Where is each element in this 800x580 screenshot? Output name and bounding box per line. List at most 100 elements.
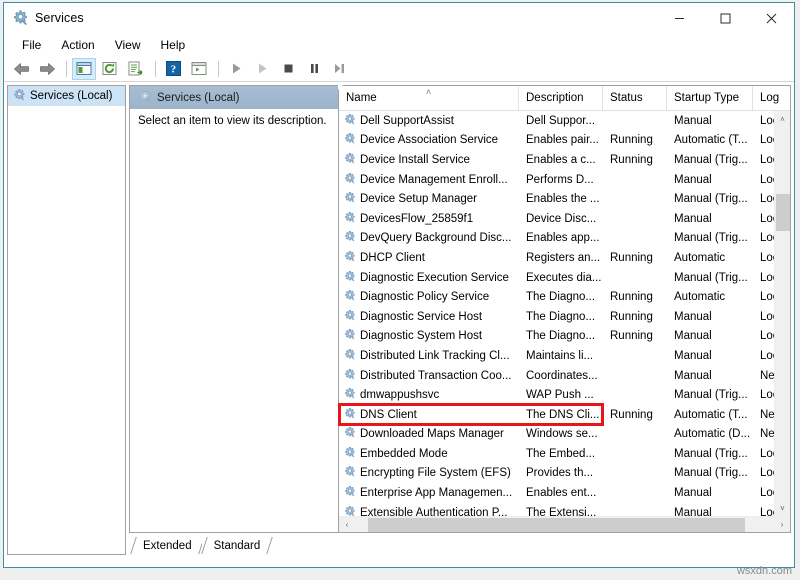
properties-icon[interactable] <box>187 58 211 80</box>
service-gear-icon <box>343 446 356 462</box>
table-row[interactable]: dmwappushsvcWAP Push ...Manual (Trig...L… <box>339 385 774 405</box>
service-gear-icon <box>343 485 356 501</box>
column-header-status-label: Status <box>610 92 643 104</box>
result-pane-inner: Services (Local) Select an item to view … <box>129 85 791 533</box>
service-gear-icon <box>343 289 356 305</box>
column-header-status[interactable]: Status <box>603 86 667 110</box>
cell-logon: Loc <box>753 291 774 303</box>
menu-view[interactable]: View <box>106 36 150 54</box>
cell-logon: Loc <box>753 448 774 460</box>
cell-logon: Loc <box>753 134 774 146</box>
table-row[interactable]: Distributed Link Tracking Cl...Maintains… <box>339 346 774 366</box>
minimize-button[interactable] <box>656 3 702 33</box>
help-icon[interactable]: ? <box>161 58 185 80</box>
table-row[interactable]: DHCP ClientRegisters an...RunningAutomat… <box>339 248 774 268</box>
table-row[interactable]: Downloaded Maps ManagerWindows se...Auto… <box>339 425 774 445</box>
service-gear-icon <box>343 230 356 246</box>
menu-action[interactable]: Action <box>52 36 103 54</box>
close-button[interactable] <box>748 3 794 33</box>
scroll-right-arrow-icon[interactable]: › <box>774 517 790 533</box>
vertical-scroll-track[interactable] <box>775 127 791 500</box>
table-row[interactable]: Diagnostic Policy ServiceThe Diagno...Ru… <box>339 287 774 307</box>
tab-standard[interactable]: Standard <box>202 536 271 555</box>
tab-standard-label: Standard <box>214 540 261 552</box>
table-row[interactable]: DNS ClientThe DNS Cli...RunningAutomatic… <box>339 405 774 425</box>
service-gear-icon <box>343 387 356 403</box>
table-row[interactable]: Diagnostic Service HostThe Diagno...Runn… <box>339 307 774 327</box>
toolbar: ? <box>4 56 794 82</box>
column-header-description[interactable]: Description <box>519 86 603 110</box>
cell-startup: Manual <box>667 330 753 342</box>
service-gear-icon <box>343 328 356 344</box>
horizontal-scroll-thumb[interactable] <box>368 518 745 532</box>
cell-startup: Manual <box>667 213 753 225</box>
table-row[interactable]: Distributed Transaction Coo...Coordinate… <box>339 366 774 386</box>
table-row[interactable]: Diagnostic System HostThe Diagno...Runni… <box>339 327 774 347</box>
service-name-label: Distributed Link Tracking Cl... <box>360 350 510 362</box>
tree-node-services-local[interactable]: Services (Local) <box>8 86 125 106</box>
cell-startup: Manual (Trig... <box>667 154 753 166</box>
service-gear-icon <box>343 191 356 207</box>
cell-startup: Automatic (T... <box>667 409 753 421</box>
cell-name: Encrypting File System (EFS) <box>339 465 519 481</box>
table-row[interactable]: Enterprise App Managemen...Enables ent..… <box>339 483 774 503</box>
service-name-label: Diagnostic Policy Service <box>360 291 489 303</box>
start-service-icon[interactable] <box>224 58 248 80</box>
column-header-name[interactable]: Name ˄ <box>339 86 519 110</box>
menu-file[interactable]: File <box>13 36 50 54</box>
menu-help[interactable]: Help <box>152 36 195 54</box>
service-description-panel: Services (Local) Select an item to view … <box>129 85 338 533</box>
table-row[interactable]: Dell SupportAssistDell Suppor...ManualLo… <box>339 111 774 131</box>
horizontal-scroll-track[interactable] <box>355 517 774 533</box>
service-gear-icon <box>343 132 356 148</box>
vertical-scroll-thumb[interactable] <box>776 194 790 231</box>
table-row[interactable]: DevQuery Background Disc...Enables app..… <box>339 229 774 249</box>
table-row[interactable]: Device Management Enroll...Performs D...… <box>339 170 774 190</box>
refresh-icon[interactable] <box>98 58 122 80</box>
service-name-label: Enterprise App Managemen... <box>360 487 512 499</box>
cell-startup: Manual <box>667 174 753 186</box>
scroll-left-arrow-icon[interactable]: ‹ <box>339 517 355 533</box>
horizontal-scrollbar[interactable]: ‹ › <box>339 516 790 532</box>
cell-name: Device Association Service <box>339 132 519 148</box>
cell-status: Running <box>603 134 667 146</box>
cell-name: DNS Client <box>339 407 519 423</box>
column-header-log-on-as[interactable]: Log <box>753 86 789 110</box>
service-gear-icon <box>343 152 356 168</box>
cell-status: Running <box>603 311 667 323</box>
maximize-button[interactable] <box>702 3 748 33</box>
column-header-startup-type[interactable]: Startup Type <box>667 86 753 110</box>
cell-name: Distributed Transaction Coo... <box>339 368 519 384</box>
cell-desc: Executes dia... <box>519 272 603 284</box>
cell-logon: Loc <box>753 154 774 166</box>
table-row[interactable]: Device Association ServiceEnables pair..… <box>339 131 774 151</box>
toolbar-separator-3 <box>218 61 219 77</box>
forward-arrow-icon[interactable] <box>35 58 59 80</box>
back-arrow-icon[interactable] <box>9 58 33 80</box>
pause-service-icon[interactable] <box>302 58 326 80</box>
scroll-up-arrow-icon[interactable]: ˄ <box>775 111 791 127</box>
view-tabs: Extended Standard <box>129 533 791 555</box>
table-row[interactable]: Extensible Authentication P...The Extens… <box>339 503 774 516</box>
cell-logon: Loc <box>753 115 774 127</box>
vertical-scrollbar[interactable]: ˄ ˅ <box>774 111 790 516</box>
restart-service-icon[interactable] <box>328 58 352 80</box>
table-row[interactable]: Embedded ModeThe Embed...Manual (Trig...… <box>339 444 774 464</box>
tab-extended[interactable]: Extended <box>131 536 202 555</box>
scroll-down-arrow-icon[interactable]: ˅ <box>775 500 791 516</box>
cell-status: Running <box>603 252 667 264</box>
cell-logon: Net <box>753 409 774 421</box>
table-row[interactable]: DevicesFlow_25859f1Device Disc...ManualL… <box>339 209 774 229</box>
table-row[interactable]: Diagnostic Execution ServiceExecutes dia… <box>339 268 774 288</box>
resume-service-icon[interactable] <box>250 58 274 80</box>
cell-desc: The Extensi... <box>519 507 603 516</box>
table-row[interactable]: Device Setup ManagerEnables the ...Manua… <box>339 189 774 209</box>
service-name-label: Diagnostic Service Host <box>360 311 482 323</box>
cell-logon: Loc <box>753 213 774 225</box>
stop-service-icon[interactable] <box>276 58 300 80</box>
table-row[interactable]: Device Install ServiceEnables a c...Runn… <box>339 150 774 170</box>
table-row[interactable]: Encrypting File System (EFS)Provides th.… <box>339 464 774 484</box>
export-list-icon[interactable] <box>124 58 148 80</box>
show-hide-console-tree-icon[interactable] <box>72 58 96 80</box>
list-column-headers: Name ˄ Description Status Startup Type <box>339 86 790 111</box>
